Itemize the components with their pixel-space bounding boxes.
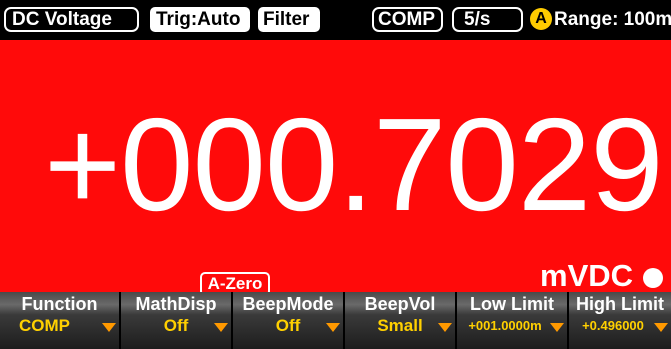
softkey-function[interactable]: Function COMP — [0, 292, 121, 349]
range-label: Range: 100mV — [554, 9, 671, 30]
softkey-value: +0.496000 — [582, 318, 644, 333]
dropdown-arrow-icon — [326, 323, 340, 332]
softkey-label: Function — [21, 294, 98, 314]
dropdown-arrow-icon — [654, 323, 668, 332]
dropdown-arrow-icon — [438, 323, 452, 332]
softkey-beepmode[interactable]: BeepMode Off — [233, 292, 345, 349]
softkey-value: COMP — [19, 316, 70, 335]
dropdown-arrow-icon — [102, 323, 116, 332]
auto-range-icon: A — [530, 8, 552, 30]
a-zero-indicator: A-Zero — [200, 272, 270, 292]
softkey-label: Low Limit — [470, 294, 554, 314]
softkey-label: High Limit — [576, 294, 664, 314]
function-indicator: DC Voltage — [4, 7, 139, 32]
softkey-beepvol[interactable]: BeepVol Small — [345, 292, 457, 349]
trigger-indicator: Trig:Auto — [150, 7, 250, 32]
sample-rate-indicator: 5/s — [452, 7, 523, 32]
dropdown-arrow-icon — [214, 323, 228, 332]
unit-label: mVDC — [540, 258, 634, 292]
measurement-panel: +000.7029 A-Zero mVDC — [0, 40, 671, 292]
softkey-bar: Function COMP MathDisp Off BeepMode Off … — [0, 292, 671, 349]
comp-indicator: COMP — [372, 7, 443, 32]
softkey-low-limit[interactable]: Low Limit +001.0000m — [457, 292, 569, 349]
dropdown-arrow-icon — [550, 323, 564, 332]
softkey-label: MathDisp — [135, 294, 217, 314]
filter-indicator: Filter — [258, 7, 320, 32]
measuring-status-icon — [643, 268, 663, 288]
status-bar: DC Voltage Trig:Auto Filter COMP 5/s A R… — [0, 0, 671, 40]
softkey-high-limit[interactable]: High Limit +0.496000 — [569, 292, 671, 349]
softkey-label: BeepMode — [242, 294, 334, 314]
softkey-value: +001.0000m — [468, 318, 542, 333]
primary-reading: +000.7029 — [44, 91, 664, 238]
softkey-mathdisp[interactable]: MathDisp Off — [121, 292, 233, 349]
softkey-label: BeepVol — [364, 294, 436, 314]
